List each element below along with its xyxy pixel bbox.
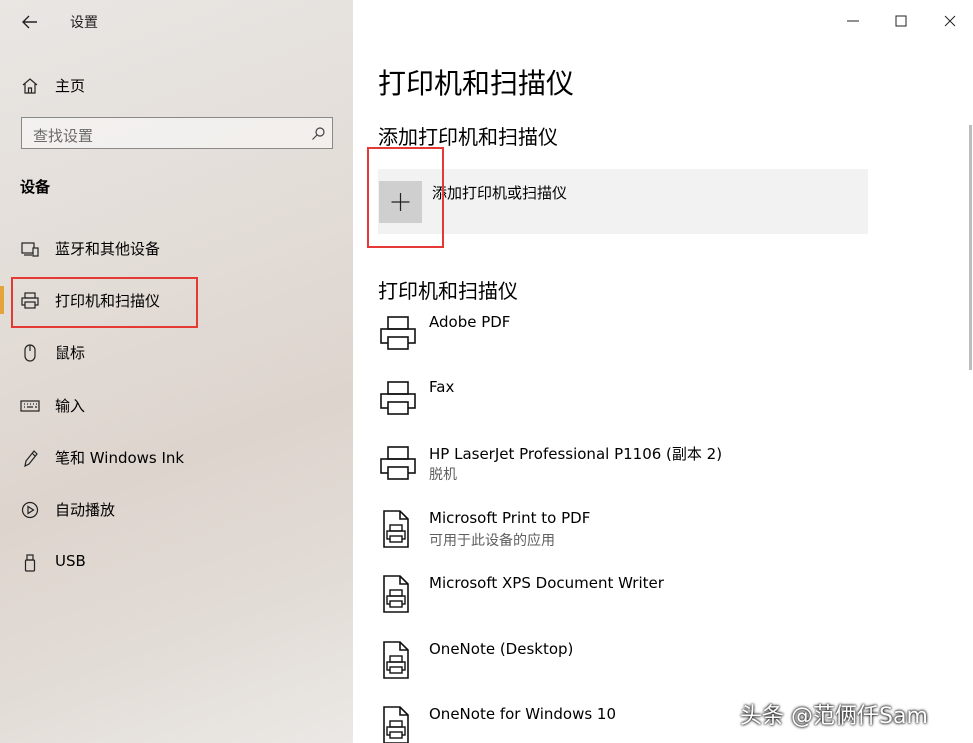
sidebar-item-home[interactable]: 主页 <box>0 66 353 102</box>
usb-icon <box>24 554 36 572</box>
sidebar-item-autoplay[interactable]: 自动播放 <box>0 490 353 530</box>
sidebar-item-label: 输入 <box>55 397 86 415</box>
add-section-title: 添加打印机和扫描仪 <box>378 125 558 149</box>
maximize-icon <box>895 15 907 27</box>
page-title: 打印机和扫描仪 <box>378 67 575 100</box>
back-button[interactable] <box>16 8 44 36</box>
search-placeholder: 查找设置 <box>33 127 94 145</box>
printer-icon <box>380 381 416 415</box>
device-name: OneNote (Desktop) <box>429 640 574 658</box>
home-icon <box>22 78 38 94</box>
device-item[interactable]: OneNote (Desktop) <box>378 640 938 700</box>
autoplay-icon <box>21 501 39 519</box>
device-name: Fax <box>429 378 455 396</box>
printer-icon <box>380 446 416 480</box>
pen-icon <box>24 450 38 468</box>
device-item[interactable]: Adobe PDF <box>378 313 938 373</box>
device-name: Microsoft XPS Document Writer <box>429 574 664 592</box>
back-arrow-icon <box>22 15 37 29</box>
minimize-icon <box>847 20 859 22</box>
highlight-box-add <box>367 147 444 248</box>
sidebar-item-pen[interactable]: 笔和 Windows Ink <box>0 438 353 478</box>
highlight-box-printers <box>11 277 198 328</box>
close-icon <box>944 15 956 27</box>
device-item[interactable]: Fax <box>378 378 938 438</box>
section-title-devices: 设备 <box>20 178 51 196</box>
mouse-icon <box>24 344 36 362</box>
keyboard-icon <box>20 400 40 412</box>
printer-icon <box>380 316 416 350</box>
device-item[interactable]: Microsoft Print to PDF 可用于此设备的应用 <box>378 509 938 569</box>
sidebar-item-label: 蓝牙和其他设备 <box>55 240 161 258</box>
device-status: 可用于此设备的应用 <box>429 533 555 549</box>
document-printer-icon <box>383 641 409 679</box>
sidebar-item-typing[interactable]: 输入 <box>0 386 353 426</box>
sidebar-item-mouse[interactable]: 鼠标 <box>0 333 353 373</box>
device-name: Microsoft Print to PDF <box>429 509 591 527</box>
sidebar-item-usb[interactable]: USB <box>0 543 353 583</box>
sidebar-item-label: USB <box>55 552 86 570</box>
device-name: Adobe PDF <box>429 313 511 331</box>
scrollbar[interactable] <box>969 125 972 370</box>
sidebar-item-label: 自动播放 <box>55 501 116 519</box>
close-button[interactable] <box>935 6 965 36</box>
printers-list-title: 打印机和扫描仪 <box>378 279 518 303</box>
bluetooth-devices-icon <box>21 242 39 257</box>
device-status: 脱机 <box>429 467 457 483</box>
window-title: 设置 <box>70 15 98 31</box>
add-printer-label: 添加打印机或扫描仪 <box>432 184 568 202</box>
watermark: 头条 @范俩仟Sam <box>740 704 928 729</box>
settings-sidebar: 设置 主页 查找设置 设备 蓝牙和其他设备 打印机和扫描仪 鼠标 输入 笔和 W… <box>0 0 353 743</box>
main-content: 打印机和扫描仪 添加打印机和扫描仪 添加打印机或扫描仪 打印机和扫描仪 Adob… <box>353 0 973 743</box>
device-item[interactable]: HP LaserJet Professional P1106 (副本 2) 脱机 <box>378 443 938 503</box>
add-printer-button[interactable]: 添加打印机或扫描仪 <box>378 169 868 234</box>
device-name: OneNote for Windows 10 <box>429 705 617 723</box>
search-icon <box>312 127 325 140</box>
sidebar-item-bluetooth[interactable]: 蓝牙和其他设备 <box>0 229 353 269</box>
minimize-button[interactable] <box>838 6 868 36</box>
maximize-button[interactable] <box>886 6 916 36</box>
home-label: 主页 <box>55 77 86 95</box>
device-name: HP LaserJet Professional P1106 (副本 2) <box>429 445 723 463</box>
document-printer-icon <box>383 510 409 548</box>
sidebar-item-label: 鼠标 <box>55 344 86 362</box>
document-printer-icon <box>383 575 409 613</box>
sidebar-item-label: 笔和 Windows Ink <box>55 449 185 467</box>
device-item[interactable]: Microsoft XPS Document Writer <box>378 574 938 634</box>
document-printer-icon <box>383 706 409 743</box>
search-input[interactable]: 查找设置 <box>21 117 333 149</box>
